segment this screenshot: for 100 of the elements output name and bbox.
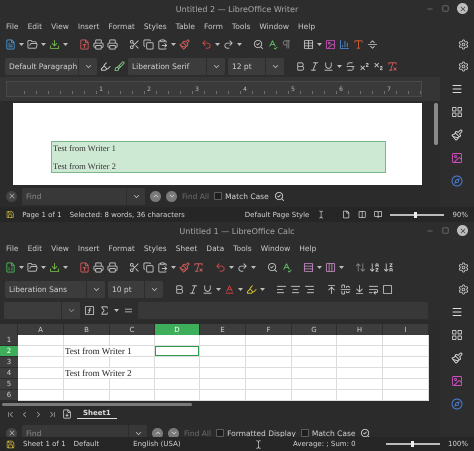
font-color-icon[interactable] bbox=[224, 284, 235, 294]
subscript-icon[interactable] bbox=[373, 60, 384, 72]
strikethrough-icon[interactable] bbox=[345, 60, 356, 72]
menu-icon[interactable] bbox=[451, 83, 463, 95]
superscript-icon[interactable] bbox=[359, 60, 370, 72]
clear-formatting-icon[interactable] bbox=[387, 60, 398, 72]
pdf-icon[interactable] bbox=[79, 39, 90, 50]
function-wizard-icon[interactable] bbox=[84, 304, 95, 316]
sort-descending-icon[interactable] bbox=[383, 262, 394, 272]
new-spreadsheet-icon[interactable] bbox=[5, 262, 16, 272]
clear-formatting-icon[interactable] bbox=[193, 262, 204, 272]
caret-icon[interactable] bbox=[337, 64, 342, 68]
styles-icon[interactable] bbox=[451, 129, 463, 141]
copy-icon[interactable] bbox=[143, 262, 154, 272]
caret-icon[interactable] bbox=[171, 43, 176, 46]
checkbox[interactable] bbox=[214, 192, 222, 200]
scrollbar-thumb[interactable] bbox=[434, 103, 438, 145]
paintbrush-icon[interactable] bbox=[179, 262, 190, 272]
next-sheet-icon[interactable] bbox=[34, 410, 43, 418]
text-cursor-icon[interactable] bbox=[254, 440, 263, 448]
maximize-icon[interactable] bbox=[442, 227, 449, 234]
find-replace-icon[interactable] bbox=[267, 262, 278, 272]
last-sheet-icon[interactable] bbox=[48, 410, 57, 418]
cut-icon[interactable] bbox=[129, 39, 140, 50]
undo-icon[interactable] bbox=[201, 39, 212, 50]
checkbox[interactable] bbox=[216, 429, 224, 437]
underline-icon[interactable] bbox=[202, 284, 213, 294]
undo-icon[interactable] bbox=[215, 262, 226, 272]
highlight-icon[interactable] bbox=[246, 284, 257, 294]
printer-icon[interactable] bbox=[107, 39, 118, 50]
navigator-icon[interactable] bbox=[451, 398, 463, 410]
scrollbar-thumb[interactable] bbox=[2, 403, 192, 406]
sum-icon[interactable] bbox=[99, 304, 110, 316]
printer-icon[interactable] bbox=[93, 39, 104, 50]
printer-icon[interactable] bbox=[93, 262, 104, 272]
wrap-text-icon[interactable] bbox=[368, 284, 379, 294]
download-icon[interactable] bbox=[49, 39, 60, 50]
printer-icon[interactable] bbox=[107, 262, 118, 272]
gallery-icon[interactable] bbox=[451, 375, 463, 387]
caret-icon[interactable] bbox=[317, 43, 322, 46]
first-sheet-icon[interactable] bbox=[6, 410, 15, 418]
caret-icon[interactable] bbox=[260, 288, 265, 290]
new-document-icon[interactable] bbox=[5, 39, 16, 50]
caret-icon[interactable] bbox=[251, 266, 256, 268]
save-icon[interactable] bbox=[6, 210, 14, 219]
caret-icon[interactable] bbox=[215, 43, 220, 46]
single-page-icon[interactable] bbox=[342, 210, 350, 219]
zoom-thumb[interactable] bbox=[414, 212, 418, 218]
sort-icon[interactable] bbox=[355, 262, 366, 272]
maximize-icon[interactable] bbox=[442, 5, 449, 12]
properties-icon[interactable] bbox=[451, 329, 463, 341]
text-cursor-icon[interactable] bbox=[317, 210, 326, 219]
rows-icon[interactable] bbox=[303, 262, 314, 272]
caret-icon[interactable] bbox=[339, 266, 344, 268]
save-icon[interactable] bbox=[6, 440, 15, 448]
image-icon[interactable] bbox=[325, 39, 336, 50]
navigator-icon[interactable] bbox=[451, 175, 463, 187]
settings-icon[interactable] bbox=[458, 60, 469, 72]
spellcheck-icon[interactable] bbox=[267, 39, 278, 50]
bold-icon[interactable] bbox=[295, 60, 306, 72]
paste-icon[interactable] bbox=[157, 262, 168, 272]
caret-icon[interactable] bbox=[114, 308, 119, 312]
table-cell[interactable]: Test from Writer 1 bbox=[64, 346, 155, 357]
caret-icon[interactable] bbox=[19, 43, 24, 46]
caret-icon[interactable] bbox=[41, 266, 46, 268]
align-left-icon[interactable] bbox=[276, 284, 287, 294]
settings-icon[interactable] bbox=[458, 284, 469, 294]
folder-icon[interactable] bbox=[27, 39, 38, 50]
italic-icon[interactable] bbox=[309, 60, 320, 72]
cut-icon[interactable] bbox=[129, 262, 140, 272]
copy-icon[interactable] bbox=[143, 39, 154, 50]
caret-icon[interactable] bbox=[237, 43, 242, 46]
zoom-thumb[interactable] bbox=[411, 441, 414, 447]
properties-icon[interactable] bbox=[451, 106, 463, 118]
text-box-icon[interactable] bbox=[353, 39, 364, 50]
add-sheet-icon[interactable] bbox=[62, 409, 72, 419]
caret-icon[interactable] bbox=[171, 266, 176, 268]
caret-icon[interactable] bbox=[19, 266, 24, 268]
download-icon[interactable] bbox=[49, 262, 60, 272]
merge-cells-icon[interactable] bbox=[382, 284, 393, 294]
pdf-icon[interactable] bbox=[79, 262, 90, 272]
spellcheck-icon[interactable] bbox=[281, 262, 292, 272]
previous-sheet-icon[interactable] bbox=[20, 410, 29, 418]
menu-icon[interactable] bbox=[451, 306, 463, 318]
align-bottom-icon[interactable] bbox=[354, 284, 365, 294]
settings-icon[interactable] bbox=[458, 39, 469, 50]
paste-icon[interactable] bbox=[157, 39, 168, 50]
align-middle-icon[interactable] bbox=[340, 284, 351, 294]
caret-icon[interactable] bbox=[216, 288, 221, 290]
find-replace-icon[interactable] bbox=[253, 39, 264, 50]
italic-icon[interactable] bbox=[188, 284, 199, 294]
corner-cell[interactable] bbox=[0, 324, 18, 335]
pilcrow-icon[interactable] bbox=[281, 39, 292, 50]
redo-icon[interactable] bbox=[237, 262, 248, 272]
caret-icon[interactable] bbox=[63, 43, 68, 46]
align-top-icon[interactable] bbox=[326, 284, 337, 294]
underline-icon[interactable] bbox=[323, 60, 334, 72]
columns-icon[interactable] bbox=[325, 262, 336, 272]
table-cell[interactable]: Test from Writer 2 bbox=[64, 368, 155, 379]
find-replace-icon[interactable] bbox=[274, 190, 285, 202]
